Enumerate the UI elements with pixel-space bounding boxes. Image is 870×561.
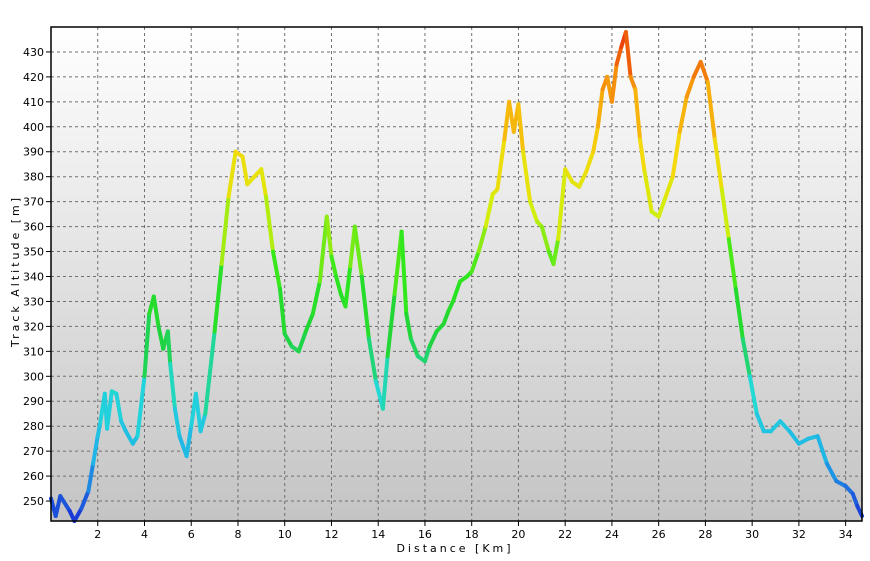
y-tick-label: 270 — [23, 445, 44, 458]
x-tick-label: 4 — [141, 528, 148, 541]
x-tick-label: 18 — [465, 528, 479, 541]
y-tick-label: 300 — [23, 370, 44, 383]
y-tick-label: 420 — [23, 71, 44, 84]
x-tick-label: 28 — [698, 528, 712, 541]
y-tick-label: 310 — [23, 345, 44, 358]
y-tick-label: 370 — [23, 196, 44, 209]
x-tick-label: 22 — [558, 528, 572, 541]
y-tick-label: 350 — [23, 246, 44, 259]
y-tick-label: 430 — [23, 46, 44, 59]
y-tick-label: 260 — [23, 470, 44, 483]
y-tick-label: 380 — [23, 171, 44, 184]
x-tick-label: 14 — [371, 528, 385, 541]
y-tick-label: 360 — [23, 221, 44, 234]
y-tick-label: 390 — [23, 146, 44, 159]
y-tick-label: 250 — [23, 495, 44, 508]
x-tick-label: 20 — [511, 528, 525, 541]
y-tick-label: 410 — [23, 96, 44, 109]
x-tick-label: 30 — [745, 528, 759, 541]
x-tick-label: 2 — [94, 528, 101, 541]
x-tick-label: 34 — [839, 528, 853, 541]
x-tick-label: 16 — [418, 528, 432, 541]
y-tick-label: 400 — [23, 121, 44, 134]
altitude-chart: 2 4 6 8 10 12 14 16 18 20 22 24 26 28 30 32 34 250 260 270 2… — [0, 0, 870, 557]
y-tick-label: 340 — [23, 270, 44, 283]
altitude-line-segment — [165, 329, 173, 366]
altitude-profile-svg: 2 4 6 8 10 12 14 16 18 20 22 24 26 28 30 32 342502602702… — [9, 26, 864, 555]
plot-area — [51, 27, 862, 521]
x-tick-label: 26 — [652, 528, 666, 541]
y-tick-label: 280 — [23, 420, 44, 433]
x-axis-title: Distance [Km] — [396, 542, 513, 555]
x-tick-label: 12 — [324, 528, 338, 541]
x-tick-label: 24 — [605, 528, 619, 541]
x-tick-label: 6 — [188, 528, 195, 541]
y-tick-label: 320 — [23, 320, 44, 333]
x-tick-label: 32 — [792, 528, 806, 541]
y-tick-label: 330 — [23, 295, 44, 308]
y-tick-label: 290 — [23, 395, 44, 408]
x-tick-label: 8 — [234, 528, 241, 541]
y-axis-title: Track Altitude [m] — [9, 195, 22, 348]
x-tick-label: 10 — [278, 528, 292, 541]
